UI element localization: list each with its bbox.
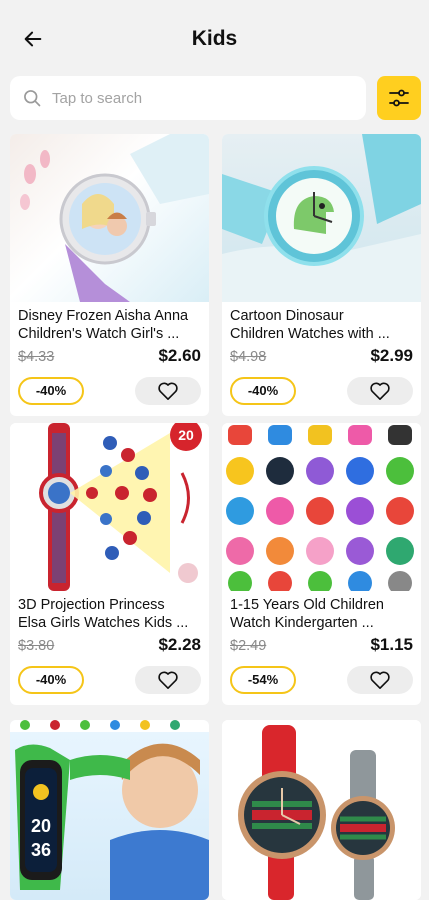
- original-price: $4.33: [18, 349, 55, 365]
- search-icon: [22, 88, 42, 108]
- favorite-button[interactable]: [135, 666, 201, 694]
- original-price: $4.98: [230, 349, 267, 365]
- favorite-button[interactable]: [135, 377, 201, 405]
- product-name-line1: 1-15 Years Old Children: [230, 597, 384, 613]
- product-card[interactable]: 20 3D Projection Princess Elsa Girls Wat…: [10, 423, 209, 705]
- product-name-line1: Cartoon Dinosaur: [230, 308, 344, 324]
- heart-outline-icon: [158, 382, 178, 400]
- product-card[interactable]: [222, 720, 421, 900]
- action-row: -40%: [10, 660, 209, 705]
- sale-price: $2.28: [158, 635, 201, 654]
- product-image: 20: [10, 423, 209, 591]
- heart-outline-icon: [370, 671, 390, 689]
- product-name: 1-15 Years Old Children Watch Kindergart…: [222, 591, 421, 634]
- search-box[interactable]: [10, 76, 366, 120]
- band-time-hour: 20: [31, 816, 51, 836]
- search-input[interactable]: [52, 89, 342, 107]
- discount-badge: -40%: [18, 377, 84, 405]
- action-row: -54%: [222, 660, 421, 705]
- product-image: [222, 134, 421, 302]
- product-image: [222, 720, 421, 900]
- action-row: -40%: [10, 371, 209, 416]
- product-name-line1: Disney Frozen Aisha Anna: [18, 308, 189, 324]
- product-image: [10, 134, 209, 302]
- filter-sliders-icon: [389, 89, 409, 107]
- price-row: $2.49 $1.15: [222, 634, 421, 660]
- discount-badge: -40%: [18, 666, 84, 694]
- image-badge: 20: [178, 427, 194, 443]
- product-card[interactable]: 1-15 Years Old Children Watch Kindergart…: [222, 423, 421, 705]
- action-row: -40%: [222, 371, 421, 416]
- product-name-line2: Children's Watch Girl's ...: [18, 326, 180, 342]
- app-header: Kids: [0, 0, 429, 76]
- product-name: Cartoon Dinosaur Children Watches with .…: [222, 302, 421, 345]
- filter-button[interactable]: [377, 76, 421, 120]
- product-name: Disney Frozen Aisha Anna Children's Watc…: [10, 302, 209, 345]
- favorite-button[interactable]: [347, 377, 413, 405]
- page-title: Kids: [191, 27, 238, 50]
- product-image: 20 36: [10, 720, 209, 900]
- original-price: $3.80: [18, 638, 55, 654]
- search-row: [10, 76, 421, 120]
- discount-badge: -40%: [230, 377, 296, 405]
- product-name-line2: Children Watches with ...: [230, 326, 390, 342]
- price-row: $4.33 $2.60: [10, 345, 209, 371]
- discount-badge: -54%: [230, 666, 296, 694]
- band-time-minute: 36: [31, 840, 51, 860]
- product-name-line2: Elsa Girls Watches Kids ...: [18, 615, 189, 631]
- original-price: $2.49: [230, 638, 267, 654]
- product-image: [222, 423, 421, 591]
- product-card[interactable]: Disney Frozen Aisha Anna Children's Watc…: [10, 134, 209, 416]
- product-name-line2: Watch Kindergarten ...: [230, 615, 374, 631]
- product-name-line1: 3D Projection Princess: [18, 597, 165, 613]
- sale-price: $2.60: [158, 346, 201, 365]
- price-row: $4.98 $2.99: [222, 345, 421, 371]
- product-name: 3D Projection Princess Elsa Girls Watche…: [10, 591, 209, 634]
- product-card[interactable]: Cartoon Dinosaur Children Watches with .…: [222, 134, 421, 416]
- heart-outline-icon: [158, 671, 178, 689]
- product-card[interactable]: 20 36: [10, 720, 209, 900]
- sale-price: $1.15: [370, 635, 413, 654]
- favorite-button[interactable]: [347, 666, 413, 694]
- sale-price: $2.99: [370, 346, 413, 365]
- heart-outline-icon: [370, 382, 390, 400]
- price-row: $3.80 $2.28: [10, 634, 209, 660]
